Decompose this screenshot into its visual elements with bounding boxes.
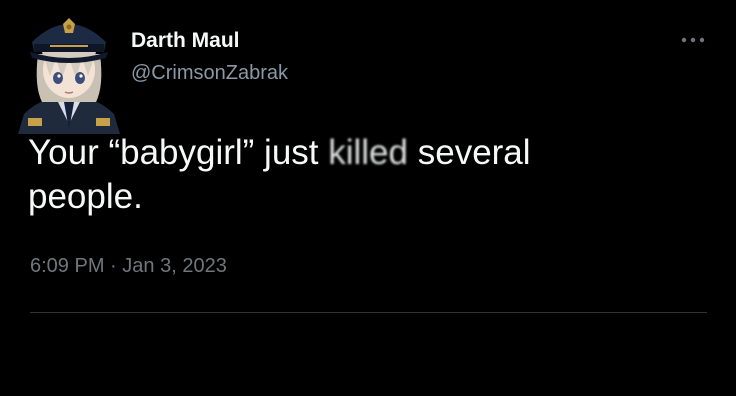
tweet-time[interactable]: 6:09 PM — [30, 255, 104, 277]
timestamp-separator: · — [110, 255, 117, 277]
divider — [30, 312, 707, 313]
tweet-text-before: Your “babygirl” just — [28, 133, 329, 172]
tweet-text-line-1: Your “babygirl” just killed several — [28, 131, 668, 175]
author-display-name[interactable]: Darth Maul — [131, 29, 240, 53]
tweet-text-line-2: people. — [28, 177, 143, 216]
tweet: Darth Maul @CrimsonZabrak Your “babygirl… — [0, 0, 736, 396]
tweet-text-after: several — [408, 133, 531, 172]
smudged-word: killed — [328, 131, 408, 175]
tweet-date[interactable]: Jan 3, 2023 — [122, 255, 227, 277]
author-handle[interactable]: @CrimsonZabrak — [131, 62, 288, 85]
tweet-text: Your “babygirl” just killed several peop… — [28, 131, 668, 219]
tweet-timestamp: 6:09 PM · Jan 3, 2023 — [30, 255, 227, 278]
avatar[interactable] — [14, 6, 124, 134]
smudged-word-text: killed — [328, 133, 408, 172]
more-options-icon[interactable] — [678, 30, 708, 50]
